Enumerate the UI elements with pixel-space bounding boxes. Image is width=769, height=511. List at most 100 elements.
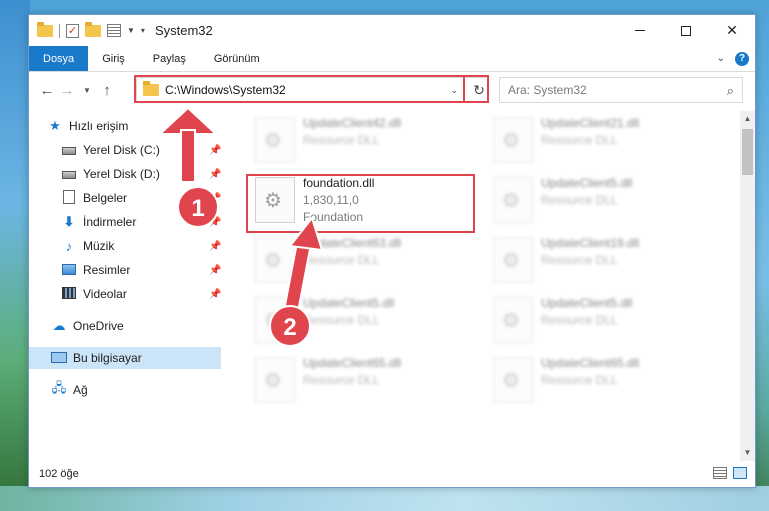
file-tile[interactable]: UpdateClient21.dll Resource DLL (493, 113, 719, 173)
file-tile[interactable]: UpdateClient5.dll Resource DLL (493, 293, 719, 353)
separator (59, 23, 60, 38)
file-tile[interactable]: UpdateClient19.dll Resource DLL (493, 233, 719, 293)
scroll-up-icon[interactable]: ▲ (740, 111, 755, 127)
sidebar-item-onedrive[interactable]: ☁ OneDrive (51, 315, 221, 337)
scrollbar-thumb[interactable] (742, 129, 753, 175)
tab-file[interactable]: Dosya (29, 46, 89, 71)
close-button[interactable]: ✕ (709, 15, 755, 46)
search-icon[interactable]: ⌕ (727, 83, 734, 99)
file-version: 1,830,11,0 (303, 193, 359, 207)
large-icons-view-icon[interactable] (733, 467, 747, 479)
sidebar-item-label: OneDrive (73, 319, 124, 333)
sidebar-item-videos[interactable]: Videolar 📌 (61, 283, 221, 305)
dll-file-icon (255, 117, 295, 163)
forward-button[interactable]: → (57, 82, 77, 99)
maximize-icon (681, 25, 691, 36)
pin-icon[interactable]: 📌 (209, 169, 221, 180)
file-type: Resource DLL (303, 133, 380, 147)
sidebar-item-local-disk-c[interactable]: Yerel Disk (C:) 📌 (61, 139, 221, 161)
file-tile[interactable]: UpdateClient65.dll Resource DLL (493, 353, 719, 413)
desktop-background-bottom (0, 486, 769, 511)
quick-access-toolbar: ✓ ▼ ▾ (29, 21, 145, 38)
file-name: UpdateClient5.dll (303, 296, 395, 310)
chevron-down-icon[interactable]: ▼ (127, 26, 135, 35)
help-icon[interactable]: ? (735, 51, 749, 66)
music-icon: ♪ (65, 238, 73, 254)
dll-file-icon (493, 237, 533, 283)
properties-check-icon[interactable]: ✓ (66, 23, 79, 38)
videos-icon (61, 286, 77, 302)
minimize-button[interactable] (617, 15, 663, 46)
file-tile[interactable]: UpdateClient65.dll Resource DLL (255, 353, 481, 413)
dll-file-icon (493, 117, 533, 163)
up-button[interactable]: ↑ (97, 82, 117, 99)
file-tile-foundation[interactable]: foundation.dll 1,830,11,0 Foundation (255, 173, 481, 233)
file-tile[interactable]: UpdateClient63.dll Resource DLL (255, 233, 481, 293)
sidebar-item-label: Hızlı erişim (69, 119, 129, 133)
sidebar-item-network[interactable]: 🖧 Ağ (51, 379, 221, 401)
folder-icon (37, 21, 53, 37)
file-tile[interactable]: UpdateClient42.dll Resource DLL (255, 113, 481, 173)
tab-share[interactable]: Paylaş (139, 46, 200, 71)
pin-icon[interactable]: 📌 (209, 289, 221, 300)
arrow-left-icon: ← (39, 81, 55, 99)
sidebar-item-label: Yerel Disk (C:) (83, 143, 160, 157)
network-icon: 🖧 (51, 380, 67, 395)
sidebar-item-music[interactable]: ♪ Müzik 📌 (61, 235, 222, 257)
ribbon-tabs: Dosya Giriş Paylaş Görünüm ⌄ ? (29, 46, 755, 72)
sidebar-item-label: İndirmeler (83, 215, 137, 229)
tab-view[interactable]: Görünüm (200, 46, 274, 71)
file-type: Resource DLL (303, 313, 380, 327)
back-button[interactable]: ← (37, 82, 57, 99)
file-name: UpdateClient5.dll (541, 296, 633, 310)
scroll-down-icon[interactable]: ▼ (740, 445, 755, 461)
tab-home[interactable]: Giriş (88, 46, 139, 71)
pin-icon[interactable]: 📌 (209, 145, 221, 156)
sidebar-item-quick-access[interactable]: ★ Hızlı erişim (47, 115, 217, 137)
file-name: UpdateClient21.dll (541, 116, 640, 130)
sidebar-item-documents[interactable]: Belgeler 📌 (61, 187, 221, 209)
file-explorer-window: ✓ ▼ ▾ System32 ✕ Dosya Giriş Paylaş Görü… (28, 14, 756, 488)
pictures-icon (61, 263, 77, 278)
vertical-scrollbar[interactable]: ▲ ▼ (740, 111, 755, 461)
download-icon: ⬇ (63, 214, 75, 229)
recent-locations-button[interactable]: ▼ (77, 86, 97, 95)
dll-file-icon (255, 297, 295, 343)
sidebar-item-pictures[interactable]: Resimler 📌 (61, 259, 221, 281)
pin-icon[interactable]: 📌 (209, 265, 221, 276)
customize-toolbar-icon[interactable]: ▾ (141, 26, 145, 35)
search-placeholder: Ara: System32 (508, 83, 587, 97)
address-highlight-box (134, 75, 489, 103)
pin-icon[interactable]: 📌 (209, 241, 221, 252)
file-tile[interactable]: UpdateClient5.dll Resource DLL (255, 293, 481, 353)
new-folder-icon[interactable] (85, 21, 101, 37)
file-type: Resource DLL (541, 313, 618, 327)
maximize-button[interactable] (663, 15, 709, 46)
sidebar-item-label: Ağ (73, 383, 88, 397)
dll-file-icon (255, 237, 295, 283)
sidebar-item-downloads[interactable]: ⬇ İndirmeler 📌 (61, 211, 222, 233)
file-name: UpdateClient63.dll (303, 236, 402, 250)
file-name: foundation.dll (303, 176, 375, 190)
sidebar-item-local-disk-d[interactable]: Yerel Disk (D:) 📌 (61, 163, 221, 185)
file-tile[interactable]: UpdateClient5.dll Resource DLL (493, 173, 719, 233)
details-view-icon[interactable] (713, 467, 727, 479)
sidebar-item-this-pc[interactable]: Bu bilgisayar (29, 347, 221, 369)
pin-icon[interactable]: 📌 (209, 217, 221, 228)
file-type: Resource DLL (541, 253, 618, 267)
file-name: UpdateClient65.dll (541, 356, 640, 370)
disk-icon (61, 143, 77, 158)
file-type: Resource DLL (541, 193, 618, 207)
disk-icon (61, 167, 77, 182)
title-bar: ✓ ▼ ▾ System32 ✕ (29, 15, 755, 46)
search-input[interactable]: Ara: System32 ⌕ (499, 77, 743, 103)
pin-icon[interactable]: 📌 (209, 193, 221, 204)
view-toggle (713, 467, 747, 479)
file-type: Foundation (303, 210, 364, 224)
arrow-up-icon: ↑ (103, 81, 111, 99)
expand-ribbon-icon[interactable]: ⌄ (717, 53, 725, 64)
dll-file-icon (493, 177, 533, 223)
properties-icon[interactable] (107, 24, 121, 37)
file-name: UpdateClient5.dll (541, 176, 633, 190)
window-controls: ✕ (617, 15, 755, 46)
